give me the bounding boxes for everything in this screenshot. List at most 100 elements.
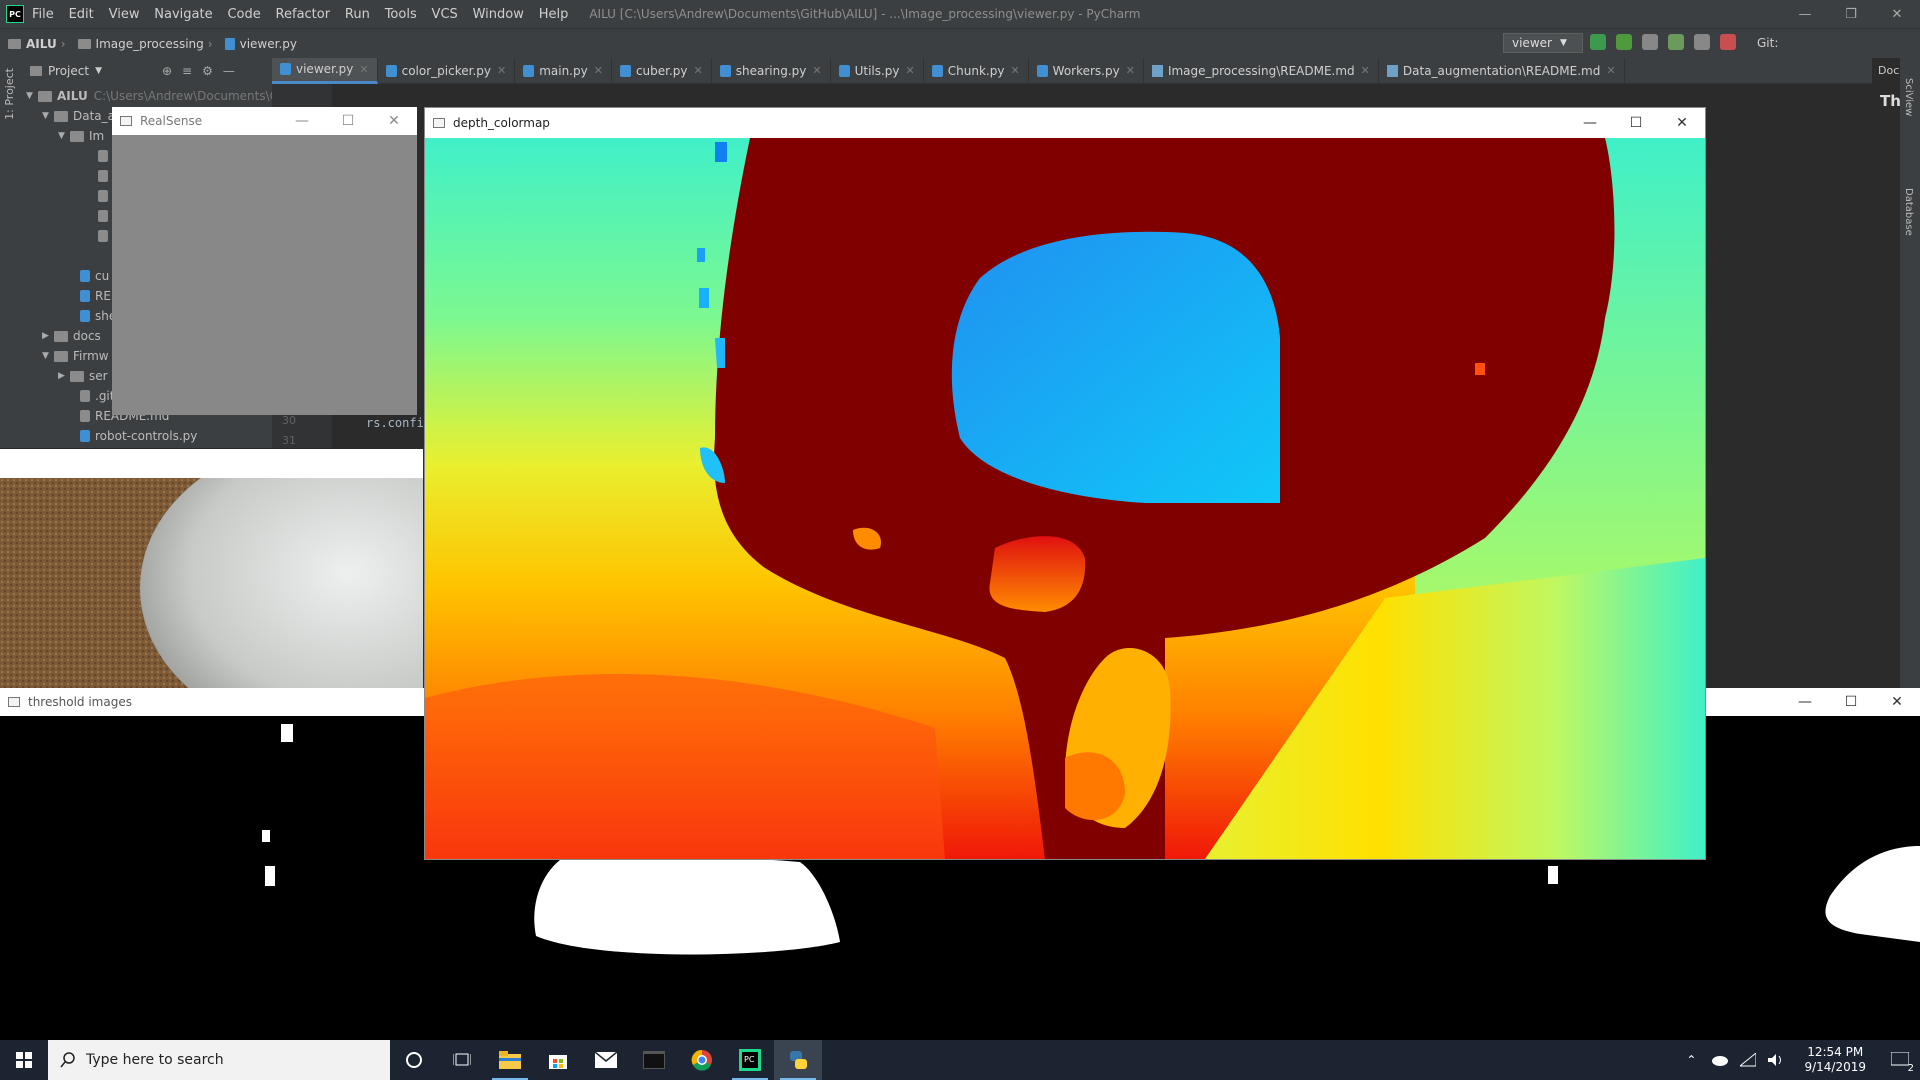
close-tab-icon[interactable]: ✕ — [359, 63, 368, 76]
onedrive-icon[interactable] — [1710, 1054, 1729, 1066]
search-input[interactable] — [86, 1052, 366, 1068]
debug-icon[interactable] — [1616, 34, 1632, 50]
project-view-selector[interactable]: Project — [48, 64, 89, 78]
volume-icon[interactable] — [1768, 1053, 1784, 1067]
editor-tab[interactable]: main.py ✕ — [515, 57, 612, 84]
taskbar-terminal[interactable] — [630, 1040, 678, 1080]
menu-navigate[interactable]: Navigate — [154, 7, 212, 22]
hide-icon[interactable]: — — [223, 64, 235, 78]
tree-item-folder[interactable]: ▶ ser — [58, 367, 108, 385]
clock[interactable]: 12:54 PM 9/14/2019 — [1804, 1045, 1866, 1075]
close-tab-icon[interactable]: ✕ — [497, 64, 506, 77]
profile-icon[interactable] — [1668, 34, 1684, 50]
tree-item-folder[interactable]: ▶ docs — [42, 327, 101, 345]
editor-tab[interactable]: color_picker.py ✕ — [378, 57, 516, 84]
realsense-close-button[interactable]: ✕ — [371, 107, 417, 135]
stop-icon[interactable] — [1720, 34, 1736, 50]
taskbar-store[interactable] — [534, 1040, 582, 1080]
sciview-tool-tab[interactable]: SciView — [1903, 78, 1914, 116]
taskbar-file-explorer[interactable] — [486, 1040, 534, 1080]
tree-item-file[interactable]: RE — [80, 287, 111, 305]
start-button[interactable] — [0, 1040, 48, 1080]
breadcrumb-project[interactable]: AILU — [8, 37, 57, 51]
editor-tab[interactable]: Utils.py ✕ — [831, 57, 924, 84]
action-center-button[interactable]: 2 — [1880, 1040, 1920, 1080]
threshold-close-button[interactable]: ✕ — [1874, 688, 1920, 716]
editor-tab[interactable]: Chunk.py ✕ — [924, 57, 1029, 84]
tree-item-file[interactable] — [98, 147, 113, 165]
tree-item-folder[interactable]: ▼ Data_a — [42, 107, 115, 125]
window-icon — [120, 116, 132, 126]
system-tray: ⌃ 12:54 PM 9/14/2019 2 — [1678, 1040, 1920, 1080]
close-tab-icon[interactable]: ✕ — [1361, 64, 1370, 77]
ide-minimize-button[interactable]: — — [1782, 0, 1828, 28]
tree-item-file[interactable] — [98, 187, 113, 205]
taskbar-python[interactable] — [774, 1040, 822, 1080]
close-tab-icon[interactable]: ✕ — [1606, 64, 1615, 77]
collapse-icon[interactable]: ≡ — [182, 64, 192, 78]
coverage-icon[interactable] — [1642, 34, 1658, 50]
ide-close-button[interactable]: ✕ — [1874, 0, 1920, 28]
run-config-dropdown[interactable]: viewer ▼ — [1503, 33, 1583, 53]
editor-tab[interactable]: cuber.py ✕ — [612, 57, 712, 84]
tree-item-file[interactable]: robot-controls.py — [80, 427, 197, 445]
close-tab-icon[interactable]: ✕ — [812, 64, 821, 77]
tree-item-file[interactable]: she — [80, 307, 116, 325]
menu-tools[interactable]: Tools — [385, 7, 417, 22]
build-icon[interactable] — [1694, 34, 1710, 50]
cortana-button[interactable] — [390, 1040, 438, 1080]
tree-item-folder[interactable]: ▼ Im — [58, 127, 104, 145]
threshold-maximize-button[interactable]: ☐ — [1828, 688, 1874, 716]
database-tool-tab[interactable]: Database — [1903, 188, 1914, 236]
taskbar-search-box[interactable] — [48, 1040, 390, 1080]
taskbar-chrome[interactable] — [678, 1040, 726, 1080]
rerun-icon[interactable] — [1590, 34, 1606, 50]
tree-item-file[interactable] — [98, 207, 113, 225]
realsense-minimize-button[interactable]: — — [279, 107, 325, 135]
depth-title-bar[interactable]: depth_colormap — ☐ ✕ — [425, 108, 1705, 138]
tree-item-file[interactable]: cu — [80, 267, 109, 285]
network-icon[interactable] — [1740, 1053, 1757, 1067]
menu-window[interactable]: Window — [473, 7, 524, 22]
editor-tab[interactable]: shearing.py ✕ — [712, 57, 831, 84]
breadcrumb-folder[interactable]: Image_processing — [77, 37, 204, 51]
menu-edit[interactable]: Edit — [69, 7, 94, 22]
menu-file[interactable]: File — [32, 7, 54, 22]
editor-tab[interactable]: viewer.py ✕ — [272, 57, 378, 84]
editor-tab[interactable]: Workers.py ✕ — [1029, 57, 1144, 84]
close-tab-icon[interactable]: ✕ — [594, 64, 603, 77]
taskbar-pycharm[interactable]: PC — [726, 1040, 774, 1080]
editor-tab[interactable]: Data_augmentation\README.md ✕ — [1379, 57, 1625, 84]
realsense-maximize-button[interactable]: ☐ — [325, 107, 371, 135]
menu-code[interactable]: Code — [227, 7, 260, 22]
realsense-title-bar[interactable]: RealSense — ☐ ✕ — [112, 107, 417, 135]
taskbar-mail[interactable] — [582, 1040, 630, 1080]
menu-view[interactable]: View — [109, 7, 140, 22]
editor-tab-label: Chunk.py — [947, 63, 1005, 78]
menu-refactor[interactable]: Refactor — [276, 7, 331, 22]
close-tab-icon[interactable]: ✕ — [1126, 64, 1135, 77]
depth-minimize-button[interactable]: — — [1567, 108, 1613, 138]
tree-item-folder[interactable]: ▼ Firmw — [42, 347, 109, 365]
editor-tab[interactable]: Image_processing\README.md ✕ — [1144, 57, 1379, 84]
menu-run[interactable]: Run — [345, 7, 370, 22]
chevron-up-icon[interactable]: ⌃ — [1686, 1053, 1696, 1067]
close-tab-icon[interactable]: ✕ — [906, 64, 915, 77]
menu-help[interactable]: Help — [539, 7, 569, 22]
close-tab-icon[interactable]: ✕ — [1010, 64, 1019, 77]
breadcrumb-file[interactable]: viewer.py — [224, 37, 297, 51]
threshold-minimize-button[interactable]: — — [1782, 688, 1828, 716]
gear-icon[interactable]: ⚙ — [202, 64, 213, 78]
menu-vcs[interactable]: VCS — [432, 7, 458, 22]
tree-item-file[interactable]: .git — [80, 387, 114, 405]
locate-icon[interactable]: ⊕ — [162, 64, 172, 78]
close-tab-icon[interactable]: ✕ — [694, 64, 703, 77]
tree-item-root[interactable]: ▼ AILU C:\Users\Andrew\Documents\Gi — [26, 87, 282, 105]
tree-item-file[interactable] — [98, 167, 113, 185]
ide-restore-button[interactable]: ❐ — [1828, 0, 1874, 28]
task-view-button[interactable] — [438, 1040, 486, 1080]
depth-maximize-button[interactable]: ☐ — [1613, 108, 1659, 138]
tree-item-file[interactable] — [98, 227, 113, 245]
project-tool-tab[interactable]: 1: Project — [3, 68, 16, 120]
depth-close-button[interactable]: ✕ — [1659, 108, 1705, 138]
